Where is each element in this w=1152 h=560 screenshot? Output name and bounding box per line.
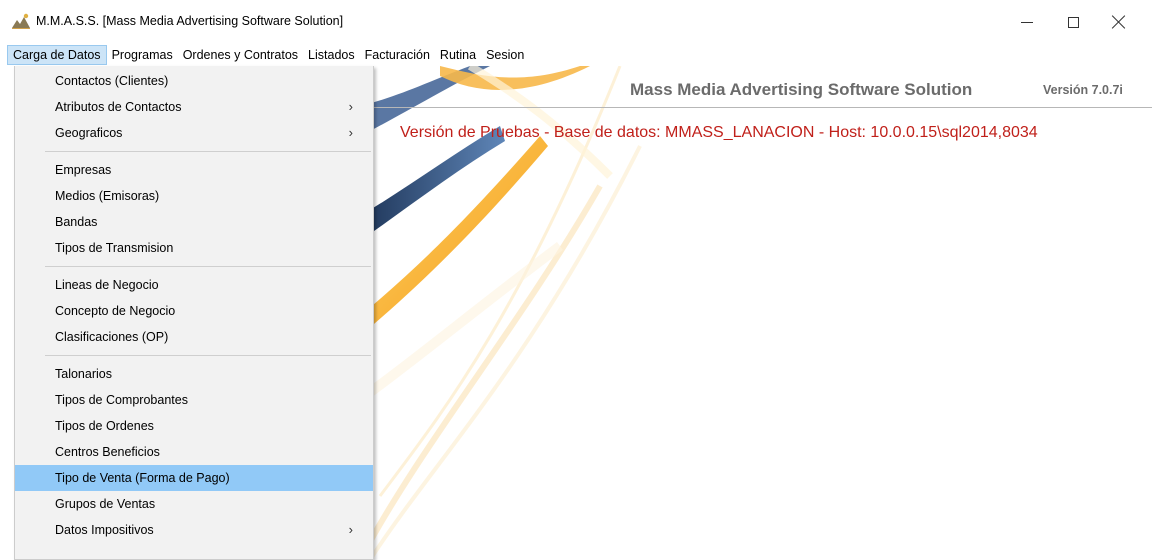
menu-item-label: Medios (Emisoras) [55, 189, 160, 203]
menu-item-tipo-de-venta[interactable]: Tipo de Venta (Forma de Pago) [15, 465, 373, 491]
menu-item-label: Atributos de Contactos [55, 100, 182, 114]
close-button[interactable] [1096, 0, 1142, 44]
close-icon [1112, 15, 1126, 29]
window-title: M.M.A.S.S. [Mass Media Advertising Softw… [36, 14, 344, 28]
menu-separator [45, 355, 371, 356]
menu-item-talonarios[interactable]: Talonarios [15, 361, 373, 387]
menu-item-label: Bandas [55, 215, 98, 229]
menu-item-empresas[interactable]: Empresas [15, 157, 373, 183]
menu-item-label: Clasificaciones (OP) [55, 330, 169, 344]
submenu-arrow-icon: › [348, 99, 353, 114]
menu-item-label: Contactos (Clientes) [55, 74, 169, 88]
menu-item-tipos-de-comprobantes[interactable]: Tipos de Comprobantes [15, 387, 373, 413]
menu-item-label: Geograficos [55, 126, 123, 140]
menu-item-bandas[interactable]: Bandas [15, 209, 373, 235]
menu-item-contactos-clientes[interactable]: Contactos (Clientes) [15, 68, 373, 94]
menu-item-atributos-de-contactos[interactable]: Atributos de Contactos › [15, 94, 373, 120]
maximize-button[interactable] [1050, 0, 1096, 44]
menu-listados[interactable]: Listados [303, 45, 360, 65]
menu-item-label: Tipo de Venta (Forma de Pago) [55, 471, 230, 485]
header-row: Mass Media Advertising Software Solution… [370, 66, 1152, 108]
version-label: Versión 7.0.7i [1043, 83, 1123, 97]
menu-item-label: Tipos de Comprobantes [55, 393, 188, 407]
menu-item-label: Tipos de Transmision [55, 241, 174, 255]
menu-item-centros-beneficios[interactable]: Centros Beneficios [15, 439, 373, 465]
menu-item-medios-emisoras[interactable]: Medios (Emisoras) [15, 183, 373, 209]
brand-title: Mass Media Advertising Software Solution [630, 80, 973, 99]
menu-item-label: Talonarios [55, 367, 112, 381]
menu-item-lineas-de-negocio[interactable]: Lineas de Negocio [15, 272, 373, 298]
menu-bar: Carga de Datos Programas Ordenes y Contr… [0, 44, 1152, 66]
submenu-arrow-icon: › [348, 522, 353, 537]
app-icon[interactable] [11, 12, 31, 30]
menu-item-label: Lineas de Negocio [55, 278, 159, 292]
test-environment-banner: Versión de Pruebas - Base de datos: MMAS… [400, 124, 1038, 141]
menu-item-tipos-de-transmision[interactable]: Tipos de Transmision [15, 235, 373, 261]
menu-item-label: Concepto de Negocio [55, 304, 176, 318]
submenu-arrow-icon: › [348, 125, 353, 140]
menu-separator [45, 151, 371, 152]
menu-item-label: Empresas [55, 163, 112, 177]
menu-item-label: Tipos de Ordenes [55, 419, 154, 433]
carga-de-datos-dropdown: Contactos (Clientes) Atributos de Contac… [14, 66, 374, 560]
menu-item-datos-impositivos[interactable]: Datos Impositivos › [15, 517, 373, 543]
menu-item-grupos-de-ventas[interactable]: Grupos de Ventas [15, 491, 373, 517]
maximize-icon [1067, 16, 1079, 28]
menu-facturacion[interactable]: Facturación [360, 45, 435, 65]
minimize-icon [1021, 21, 1033, 23]
menu-item-geograficos[interactable]: Geograficos › [15, 120, 373, 146]
menu-item-concepto-de-negocio[interactable]: Concepto de Negocio [15, 298, 373, 324]
title-bar: M.M.A.S.S. [Mass Media Advertising Softw… [0, 0, 1152, 44]
menu-item-label: Grupos de Ventas [55, 497, 156, 511]
menu-item-label: Datos Impositivos [55, 523, 154, 537]
menu-sesion[interactable]: Sesion [481, 45, 529, 65]
menu-separator [45, 266, 371, 267]
menu-ordenes-y-contratos[interactable]: Ordenes y Contratos [178, 45, 303, 65]
menu-programas[interactable]: Programas [107, 45, 178, 65]
minimize-button[interactable] [1004, 0, 1050, 44]
menu-carga-de-datos[interactable]: Carga de Datos [7, 45, 107, 65]
menu-item-label: Centros Beneficios [55, 445, 160, 459]
menu-item-tipos-de-ordenes[interactable]: Tipos de Ordenes [15, 413, 373, 439]
menu-item-clasificaciones-op[interactable]: Clasificaciones (OP) [15, 324, 373, 350]
menu-rutina[interactable]: Rutina [435, 45, 481, 65]
